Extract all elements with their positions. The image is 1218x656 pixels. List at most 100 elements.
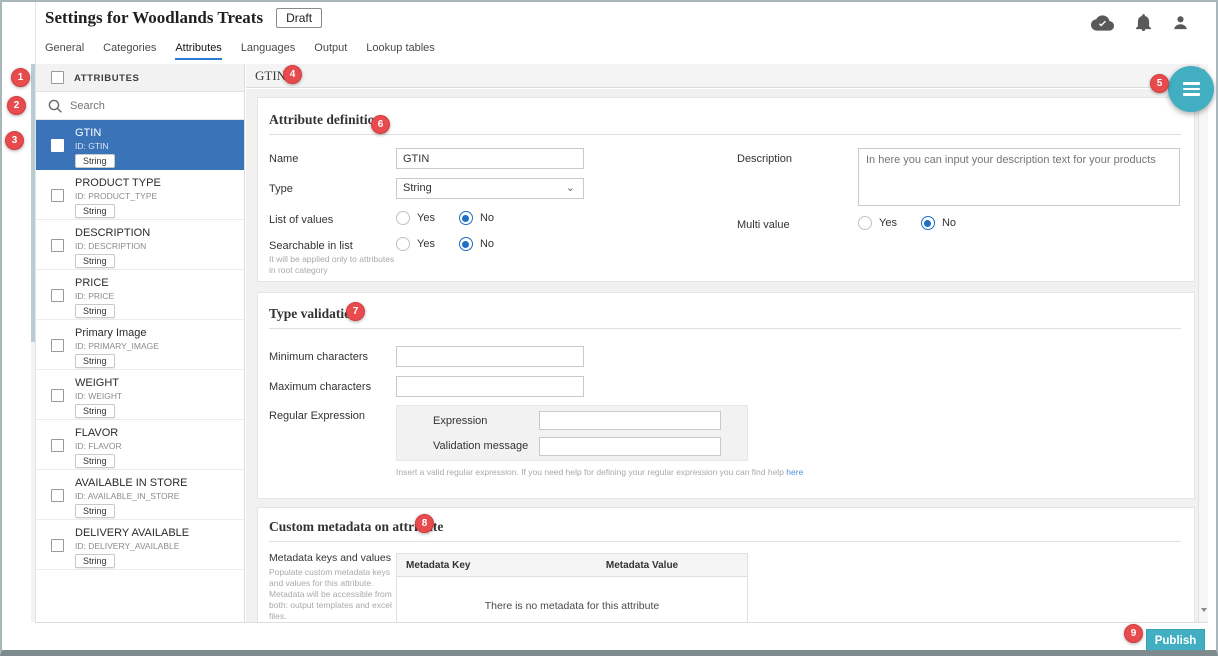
attribute-checkbox[interactable]: [51, 389, 64, 402]
selected-attribute-title: GTIN: [255, 68, 286, 84]
account-icon[interactable]: [1173, 15, 1188, 30]
publish-button[interactable]: Publish: [1146, 629, 1205, 652]
attribute-type-badge: String: [75, 404, 115, 418]
attribute-checkbox[interactable]: [51, 139, 64, 152]
app-window: Settings for Woodlands Treats Draft Gene…: [0, 0, 1218, 656]
attribute-id: ID: GTIN: [75, 141, 240, 151]
expression-input[interactable]: [539, 411, 721, 430]
attribute-list-item[interactable]: GTIN ID: GTIN String: [36, 120, 244, 170]
attribute-name: DESCRIPTION: [75, 227, 240, 239]
multi-value-label: Multi value: [737, 219, 790, 231]
attribute-list-item[interactable]: Primary Image ID: PRIMARY_IMAGE String: [36, 320, 244, 370]
attribute-id: ID: PRICE: [75, 291, 240, 301]
min-characters-label: Minimum characters: [269, 351, 368, 363]
tab[interactable]: Categories: [103, 42, 156, 60]
annotation-callout: 6: [371, 115, 390, 134]
attribute-checkbox[interactable]: [51, 189, 64, 202]
list-of-values-yes-radio[interactable]: [396, 211, 410, 225]
searchable-no-radio[interactable]: [459, 237, 473, 251]
attribute-type-badge: String: [75, 354, 115, 368]
tab[interactable]: Languages: [241, 42, 295, 60]
attribute-list-item[interactable]: DESCRIPTION ID: DESCRIPTION String: [36, 220, 244, 270]
attribute-list-item[interactable]: PRODUCT TYPE ID: PRODUCT_TYPE String: [36, 170, 244, 220]
annotation-callout: 1: [11, 68, 30, 87]
main-scrollbar[interactable]: [1198, 64, 1208, 622]
attribute-list-item[interactable]: WEIGHT ID: WEIGHT String: [36, 370, 244, 420]
no-label: No: [942, 217, 956, 229]
attributes-sidebar: ATTRIBUTES GTIN ID: GTIN String PRODUCT …: [35, 64, 245, 622]
validation-message-input[interactable]: [539, 437, 721, 456]
footer-bar: [35, 622, 1208, 652]
regex-help-link[interactable]: here: [786, 467, 803, 477]
annotation-callout: 5: [1150, 74, 1169, 93]
attribute-id: ID: FLAVOR: [75, 441, 240, 451]
attribute-name: WEIGHT: [75, 377, 240, 389]
scroll-down-arrow-icon[interactable]: [1201, 608, 1207, 612]
max-characters-input[interactable]: [396, 376, 584, 397]
type-validation-title: Type validation: [269, 306, 358, 322]
attribute-list-item[interactable]: FLAVOR ID: FLAVOR String: [36, 420, 244, 470]
multi-value-no-radio[interactable]: [921, 216, 935, 230]
metadata-keys-helper: Populate custom metadata keys and values…: [269, 567, 395, 622]
metadata-key-column-header: Metadata Key: [397, 560, 537, 571]
chevron-down-icon: ⌄: [566, 181, 575, 194]
metadata-table: Metadata Key Metadata Value There is no …: [396, 553, 748, 622]
attribute-id: ID: PRODUCT_TYPE: [75, 191, 240, 201]
attribute-id: ID: AVAILABLE_IN_STORE: [75, 491, 240, 501]
attribute-list-item[interactable]: PRICE ID: PRICE String: [36, 270, 244, 320]
type-select[interactable]: String ⌄: [396, 178, 584, 199]
no-label: No: [480, 238, 494, 250]
attribute-checkbox[interactable]: [51, 539, 64, 552]
regex-label: Regular Expression: [269, 410, 365, 422]
searchable-radios: Yes No: [396, 237, 518, 251]
attribute-name: GTIN: [75, 127, 240, 139]
attribute-checkbox[interactable]: [51, 339, 64, 352]
sidebar-header-label: ATTRIBUTES: [74, 73, 139, 84]
select-all-checkbox[interactable]: [51, 71, 64, 84]
attribute-type-badge: String: [75, 204, 115, 218]
notifications-icon[interactable]: [1136, 14, 1151, 31]
header-actions: [1091, 14, 1188, 31]
searchable-label: Searchable in list: [269, 240, 353, 252]
attribute-type-badge: String: [75, 454, 115, 468]
regex-helper: Insert a valid regular expression. If yo…: [396, 467, 956, 478]
search-icon: [48, 99, 62, 113]
multi-value-yes-radio[interactable]: [858, 216, 872, 230]
tab[interactable]: Attributes: [175, 42, 221, 60]
list-of-values-radios: Yes No: [396, 211, 518, 225]
description-label: Description: [737, 153, 792, 165]
annotation-callout: 9: [1124, 624, 1143, 643]
metadata-value-column-header: Metadata Value: [537, 560, 747, 571]
type-select-value: String: [403, 182, 432, 194]
attribute-list-item[interactable]: DELIVERY AVAILABLE ID: DELIVERY_AVAILABL…: [36, 520, 244, 570]
status-badge: Draft: [276, 8, 322, 28]
searchable-yes-radio[interactable]: [396, 237, 410, 251]
yes-label: Yes: [417, 238, 435, 250]
attribute-id: ID: PRIMARY_IMAGE: [75, 341, 240, 351]
tab[interactable]: General: [45, 42, 84, 60]
attribute-definition-card: Attribute definition Name Type String ⌄ …: [257, 97, 1195, 282]
annotation-callout: 4: [283, 65, 302, 84]
attribute-list-item[interactable]: AVAILABLE IN STORE ID: AVAILABLE_IN_STOR…: [36, 470, 244, 520]
tab[interactable]: Lookup tables: [366, 42, 435, 60]
attribute-checkbox[interactable]: [51, 239, 64, 252]
list-of-values-no-radio[interactable]: [459, 211, 473, 225]
tab[interactable]: Output: [314, 42, 347, 60]
tab-bar: General Categories Attributes Languages Outp…: [45, 42, 435, 60]
attribute-checkbox[interactable]: [51, 439, 64, 452]
attribute-type-badge: String: [75, 554, 115, 568]
attribute-name: AVAILABLE IN STORE: [75, 477, 240, 489]
attribute-type-badge: String: [75, 304, 115, 318]
menu-fab-button[interactable]: [1168, 66, 1214, 112]
description-textarea[interactable]: [858, 148, 1180, 206]
cloud-sync-icon[interactable]: [1091, 15, 1114, 31]
attribute-checkbox[interactable]: [51, 489, 64, 502]
detail-header: GTIN: [246, 64, 1198, 88]
sidebar-search: [36, 92, 244, 120]
attribute-name: Primary Image: [75, 327, 240, 339]
attribute-checkbox[interactable]: [51, 289, 64, 302]
attribute-type-badge: String: [75, 254, 115, 268]
name-input[interactable]: [396, 148, 584, 169]
search-input[interactable]: [70, 96, 235, 116]
min-characters-input[interactable]: [396, 346, 584, 367]
